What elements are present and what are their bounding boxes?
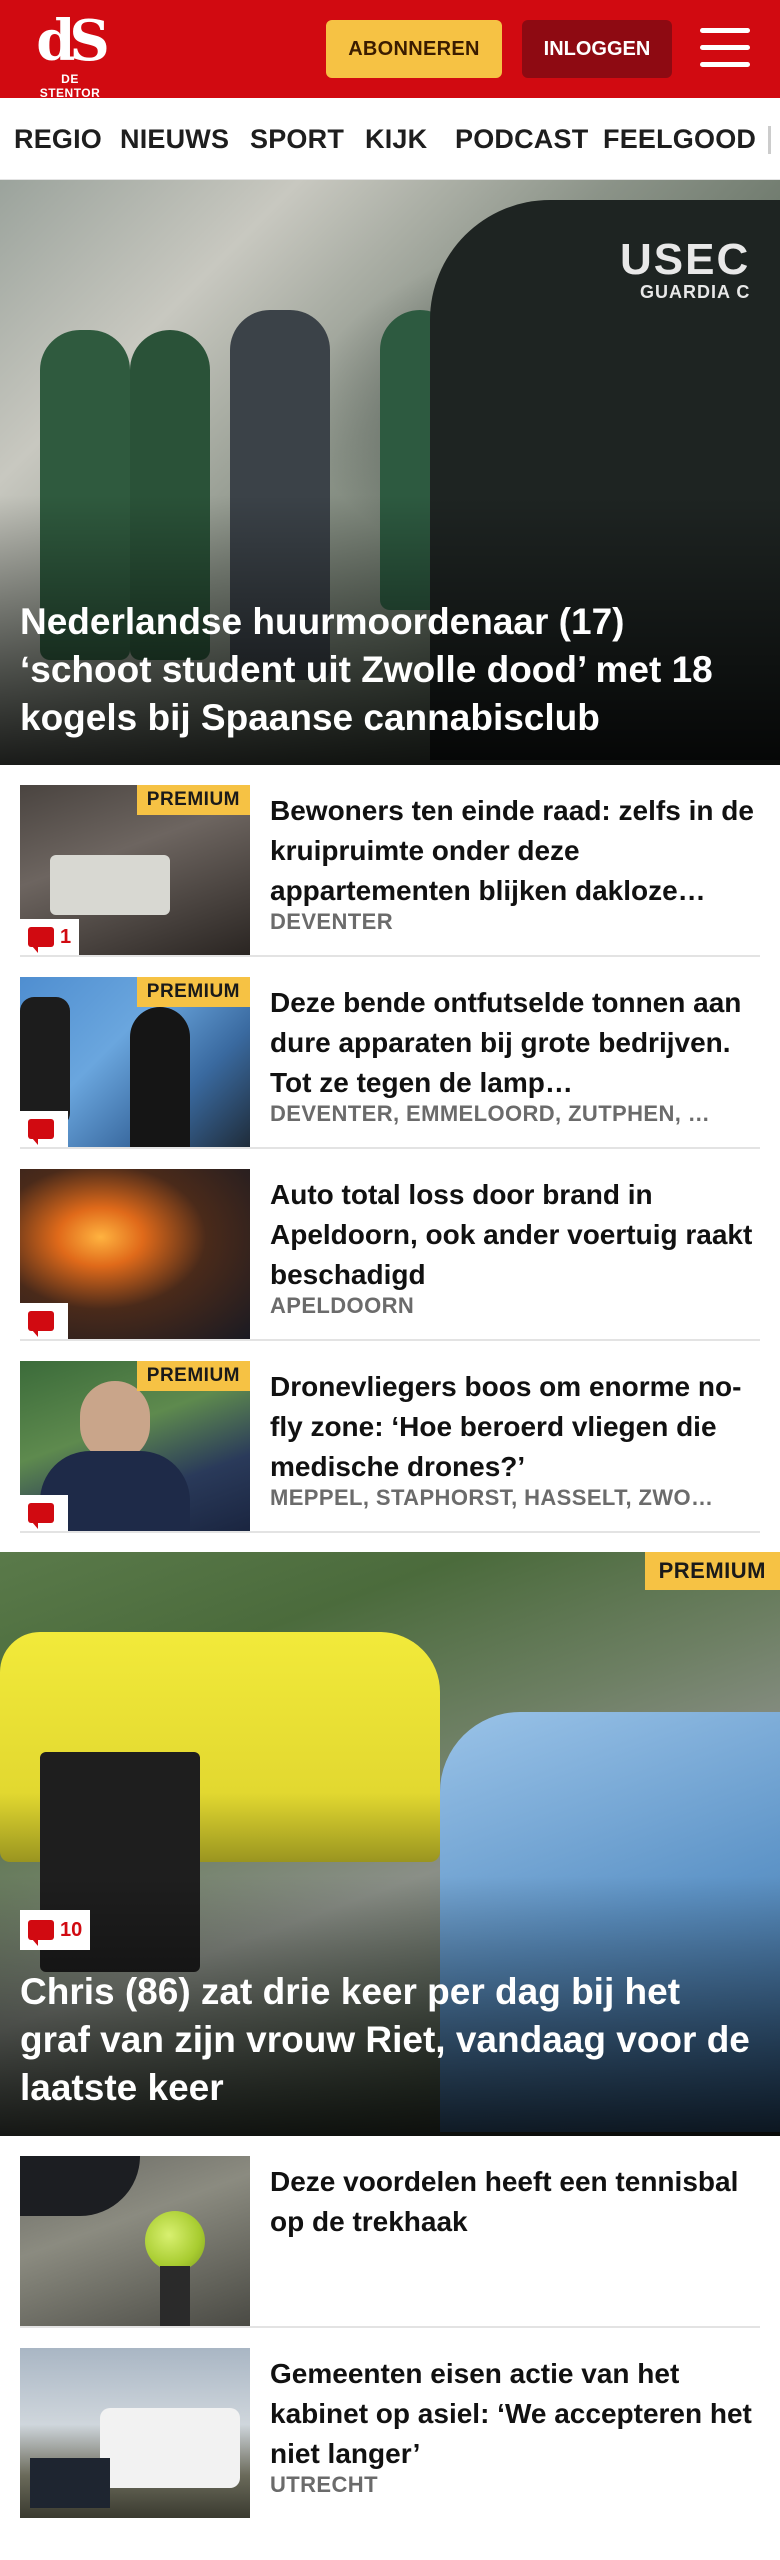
- article-location: DEVENTER, EMMELOORD, ZUTPHEN, …: [270, 1101, 711, 1126]
- premium-badge: PREMIUM: [136, 1361, 250, 1391]
- hero-image-text: USEC: [620, 235, 751, 284]
- article-thumbnail: [20, 1169, 250, 1339]
- article-title[interactable]: Bewoners ten einde raad: zelfs in de kru…: [270, 791, 760, 911]
- nav-item-kijk[interactable]: KIJK: [365, 98, 427, 179]
- site-header: dS DE STENTOR ABONNEREN INLOGGEN: [0, 0, 780, 100]
- section-nav: REGIO NIEUWS SPORT KIJK PODCAST FEELGOOD: [0, 98, 780, 180]
- article-title[interactable]: Dronevliegers boos om enorme no-fly zone…: [270, 1367, 760, 1487]
- article-location: DEVENTER: [270, 909, 393, 934]
- logo-name: DE STENTOR: [39, 72, 101, 100]
- article-thumbnail: PREMIUM: [20, 1361, 250, 1531]
- comment-icon: [28, 927, 54, 953]
- comment-count[interactable]: 1: [20, 919, 80, 955]
- article-title[interactable]: Deze bende ontfutselde tonnen aan dure a…: [270, 983, 760, 1103]
- comment-count[interactable]: [20, 1303, 68, 1339]
- article-thumbnail: [20, 2348, 250, 2518]
- comment-icon: [28, 1311, 54, 1337]
- article-thumbnail: PREMIUM 1: [20, 785, 250, 955]
- nav-overflow-indicator: [768, 126, 771, 154]
- article-location: UTRECHT: [270, 2472, 378, 2497]
- list-item[interactable]: Deze voordelen heeft een tennisbal op de…: [20, 2136, 760, 2328]
- hero-article[interactable]: USEC GUARDIA C Nederlandse huurmoordenaa…: [0, 180, 780, 765]
- article-thumbnail: PREMIUM: [20, 977, 250, 1147]
- site-logo[interactable]: dS DE STENTOR: [30, 8, 110, 100]
- article-thumbnail: [20, 2156, 250, 2326]
- logo-mark: dS: [36, 8, 110, 74]
- premium-badge: PREMIUM: [136, 785, 250, 815]
- list-item[interactable]: Auto total loss door brand in Apeldoorn,…: [20, 1149, 760, 1341]
- hero-image-text: GUARDIA C: [640, 282, 751, 302]
- comment-icon: [28, 1920, 54, 1946]
- nav-item-feelgood[interactable]: FEELGOOD: [603, 98, 756, 179]
- comment-count[interactable]: [20, 1111, 68, 1147]
- comment-icon: [28, 1503, 54, 1529]
- comment-icon: [28, 1119, 54, 1145]
- article-title[interactable]: Deze voordelen heeft een tennisbal op de…: [270, 2162, 760, 2242]
- comment-count[interactable]: [20, 1495, 68, 1531]
- hero-title[interactable]: Nederlandse huurmoordenaar (17) ‘schoot …: [20, 598, 760, 742]
- premium-badge: PREMIUM: [644, 1552, 780, 1590]
- subscribe-button[interactable]: ABONNEREN: [326, 20, 502, 78]
- nav-item-podcast[interactable]: PODCAST: [455, 98, 588, 179]
- nav-item-sport[interactable]: SPORT: [250, 98, 344, 179]
- hamburger-icon[interactable]: [700, 26, 750, 70]
- featured-title[interactable]: Chris (86) zat drie keer per dag bij het…: [20, 1968, 760, 2112]
- nav-item-nieuws[interactable]: NIEUWS: [120, 98, 229, 179]
- premium-badge: PREMIUM: [136, 977, 250, 1007]
- article-title[interactable]: Auto total loss door brand in Apeldoorn,…: [270, 1175, 760, 1295]
- nav-item-regio[interactable]: REGIO: [14, 98, 102, 179]
- list-item[interactable]: PREMIUM 1 Bewoners ten einde raad: zelfs…: [20, 765, 760, 957]
- featured-article[interactable]: PREMIUM 10 Chris (86) zat drie keer per …: [0, 1552, 780, 2136]
- comment-count[interactable]: 10: [20, 1910, 91, 1950]
- login-button[interactable]: INLOGGEN: [522, 20, 672, 78]
- article-location: MEPPEL, STAPHORST, HASSELT, ZWO…: [270, 1485, 714, 1510]
- article-location: APELDOORN: [270, 1293, 415, 1318]
- article-title[interactable]: Gemeenten eisen actie van het kabinet op…: [270, 2354, 760, 2474]
- list-item[interactable]: Gemeenten eisen actie van het kabinet op…: [20, 2328, 760, 2560]
- list-item[interactable]: PREMIUM Dronevliegers boos om enorme no-…: [20, 1341, 760, 1533]
- list-item[interactable]: PREMIUM Deze bende ontfutselde tonnen aa…: [20, 957, 760, 1149]
